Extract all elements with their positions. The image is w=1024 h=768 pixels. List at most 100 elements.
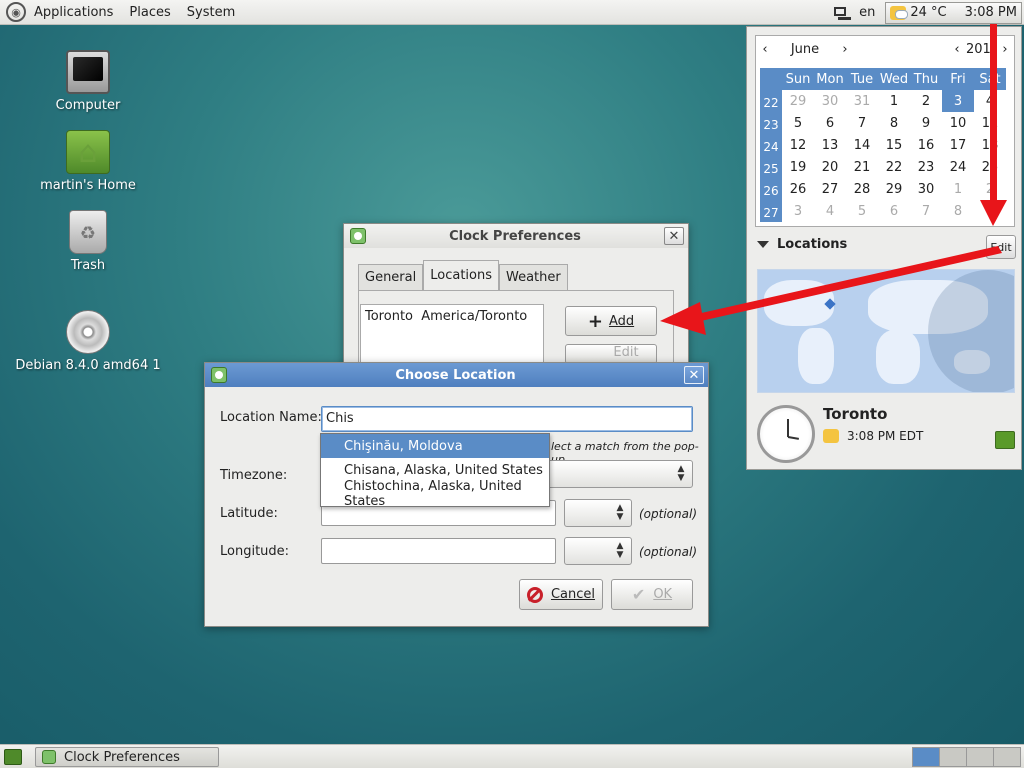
desktop-icon-label: Debian 8.4.0 amd64 1 [15, 358, 161, 373]
set-home-location-icon[interactable] [995, 431, 1015, 449]
checkmark-icon: ✔ [631, 585, 646, 604]
calendar-day[interactable]: 2 [910, 90, 942, 112]
calendar-day[interactable]: 11 [974, 112, 1006, 134]
calendar-day[interactable]: 2 [974, 178, 1006, 200]
calendar-day[interactable]: 13 [814, 134, 846, 156]
calendar-day[interactable]: 21 [846, 156, 878, 178]
calendar-day[interactable]: 26 [782, 178, 814, 200]
next-month-button[interactable]: › [836, 42, 854, 57]
calendar-day[interactable]: 6 [878, 200, 910, 222]
calendar-day[interactable]: 9 [910, 112, 942, 134]
calendar-day[interactable]: 16 [910, 134, 942, 156]
calendar-day[interactable]: 4 [974, 90, 1006, 112]
calendar-day[interactable]: 30 [814, 90, 846, 112]
show-desktop-icon[interactable] [4, 749, 22, 765]
day-header: Sat [974, 68, 1006, 90]
calendar-day[interactable]: 22 [878, 156, 910, 178]
add-location-button[interactable]: + Add [565, 306, 657, 336]
calendar-day[interactable]: 20 [814, 156, 846, 178]
close-button[interactable]: ✕ [684, 366, 704, 384]
tab-locations[interactable]: Locations [423, 260, 499, 290]
workspace-1[interactable] [912, 747, 940, 767]
calendar-day[interactable]: 19 [782, 156, 814, 178]
calendar-day[interactable]: 24 [942, 156, 974, 178]
suggestion-item[interactable]: Chişinău, Moldova [321, 434, 549, 458]
weather-sunny-icon [890, 5, 909, 20]
edit-locations-button[interactable]: Edit [986, 235, 1016, 259]
calendar-day[interactable]: 8 [942, 200, 974, 222]
calendar-day[interactable]: 18 [974, 134, 1006, 156]
suggestion-item[interactable]: Chistochina, Alaska, United States [321, 479, 549, 509]
prev-year-button[interactable]: ‹ [948, 42, 966, 57]
calendar-day[interactable]: 7 [846, 112, 878, 134]
tab-general[interactable]: General [358, 264, 424, 290]
computer-desktop-icon[interactable]: Computer [13, 50, 163, 113]
window-title: Clock Preferences [449, 228, 581, 244]
calendar-day[interactable]: 31 [846, 90, 878, 112]
prev-month-button[interactable]: ‹ [756, 42, 774, 57]
calendar-day[interactable]: 4 [814, 200, 846, 222]
network-icon[interactable] [833, 5, 852, 21]
calendar-day[interactable]: 14 [846, 134, 878, 156]
workspace-3[interactable] [966, 747, 994, 767]
calendar-day[interactable]: 3 [782, 200, 814, 222]
calendar-day[interactable]: 29 [878, 178, 910, 200]
taskbar-button-clock-preferences[interactable]: Clock Preferences [35, 747, 219, 767]
calendar-day[interactable]: 15 [878, 134, 910, 156]
calendar-day[interactable]: 28 [846, 178, 878, 200]
calendar-day[interactable]: 25 [974, 156, 1006, 178]
debian-menu-icon[interactable]: ◉ [6, 2, 26, 22]
choose-location-titlebar[interactable]: Choose Location ✕ [205, 363, 708, 387]
week-number: 24 [760, 134, 782, 156]
cancel-button-label: Cancel [550, 587, 596, 602]
add-button-label: Add [608, 313, 635, 329]
edit-location-button[interactable]: Edit [565, 344, 657, 364]
list-item[interactable]: Toronto America/Toronto [365, 309, 539, 324]
home-desktop-icon[interactable]: martin's Home [13, 130, 163, 193]
calendar-day[interactable]: 9 [974, 200, 1006, 222]
clock-applet[interactable]: 24 °C 3:08 PM [885, 1, 1022, 24]
locations-expander[interactable]: Locations [757, 237, 847, 252]
latitude-direction-select[interactable]: ▲ ▼ [564, 499, 632, 527]
tab-weather[interactable]: Weather [499, 264, 568, 290]
calendar-day[interactable]: 12 [782, 134, 814, 156]
ok-button[interactable]: ✔ OK [611, 579, 693, 610]
calendar-day[interactable]: 6 [814, 112, 846, 134]
calendar-week-row: 26 26 27 28 29 30 1 2 [760, 178, 1010, 200]
longitude-input[interactable] [321, 538, 556, 564]
world-map [757, 269, 1015, 393]
calendar-week-row: 27 3 4 5 6 7 8 9 [760, 200, 1010, 222]
calendar-day[interactable]: 8 [878, 112, 910, 134]
city-time: 3:08 PM EDT [847, 429, 924, 443]
keyboard-layout-indicator[interactable]: en [859, 5, 875, 20]
calendar-day[interactable]: 5 [846, 200, 878, 222]
calendar-day[interactable]: 5 [782, 112, 814, 134]
calendar-day[interactable]: 7 [910, 200, 942, 222]
calendar-day[interactable]: 27 [814, 178, 846, 200]
week-number-header [760, 68, 782, 90]
next-year-button[interactable]: › [996, 42, 1014, 57]
cancel-button[interactable]: Cancel [519, 579, 603, 610]
applications-menu[interactable]: Applications [26, 0, 121, 25]
workspace-4[interactable] [993, 747, 1021, 767]
trash-desktop-icon[interactable]: Trash [13, 210, 163, 273]
calendar-day[interactable]: 29 [782, 90, 814, 112]
calendar-day[interactable]: 3 [942, 90, 974, 112]
calendar-day[interactable]: 30 [910, 178, 942, 200]
calendar-day[interactable]: 10 [942, 112, 974, 134]
location-name-input[interactable]: Chis [321, 406, 693, 432]
calendar-day[interactable]: 17 [942, 134, 974, 156]
calendar-day[interactable]: 1 [878, 90, 910, 112]
calendar-day[interactable]: 1 [942, 178, 974, 200]
close-button[interactable]: ✕ [664, 227, 684, 245]
trash-icon [69, 210, 107, 254]
day-header: Tue [846, 68, 878, 90]
dvd-desktop-icon[interactable]: Debian 8.4.0 amd64 1 [13, 310, 163, 373]
clock-preferences-titlebar[interactable]: Clock Preferences ✕ [344, 224, 688, 248]
workspace-2[interactable] [939, 747, 967, 767]
calendar-day[interactable]: 23 [910, 156, 942, 178]
clock-app-icon [211, 367, 227, 383]
places-menu[interactable]: Places [121, 0, 178, 25]
longitude-direction-select[interactable]: ▲ ▼ [564, 537, 632, 565]
system-menu[interactable]: System [179, 0, 243, 25]
